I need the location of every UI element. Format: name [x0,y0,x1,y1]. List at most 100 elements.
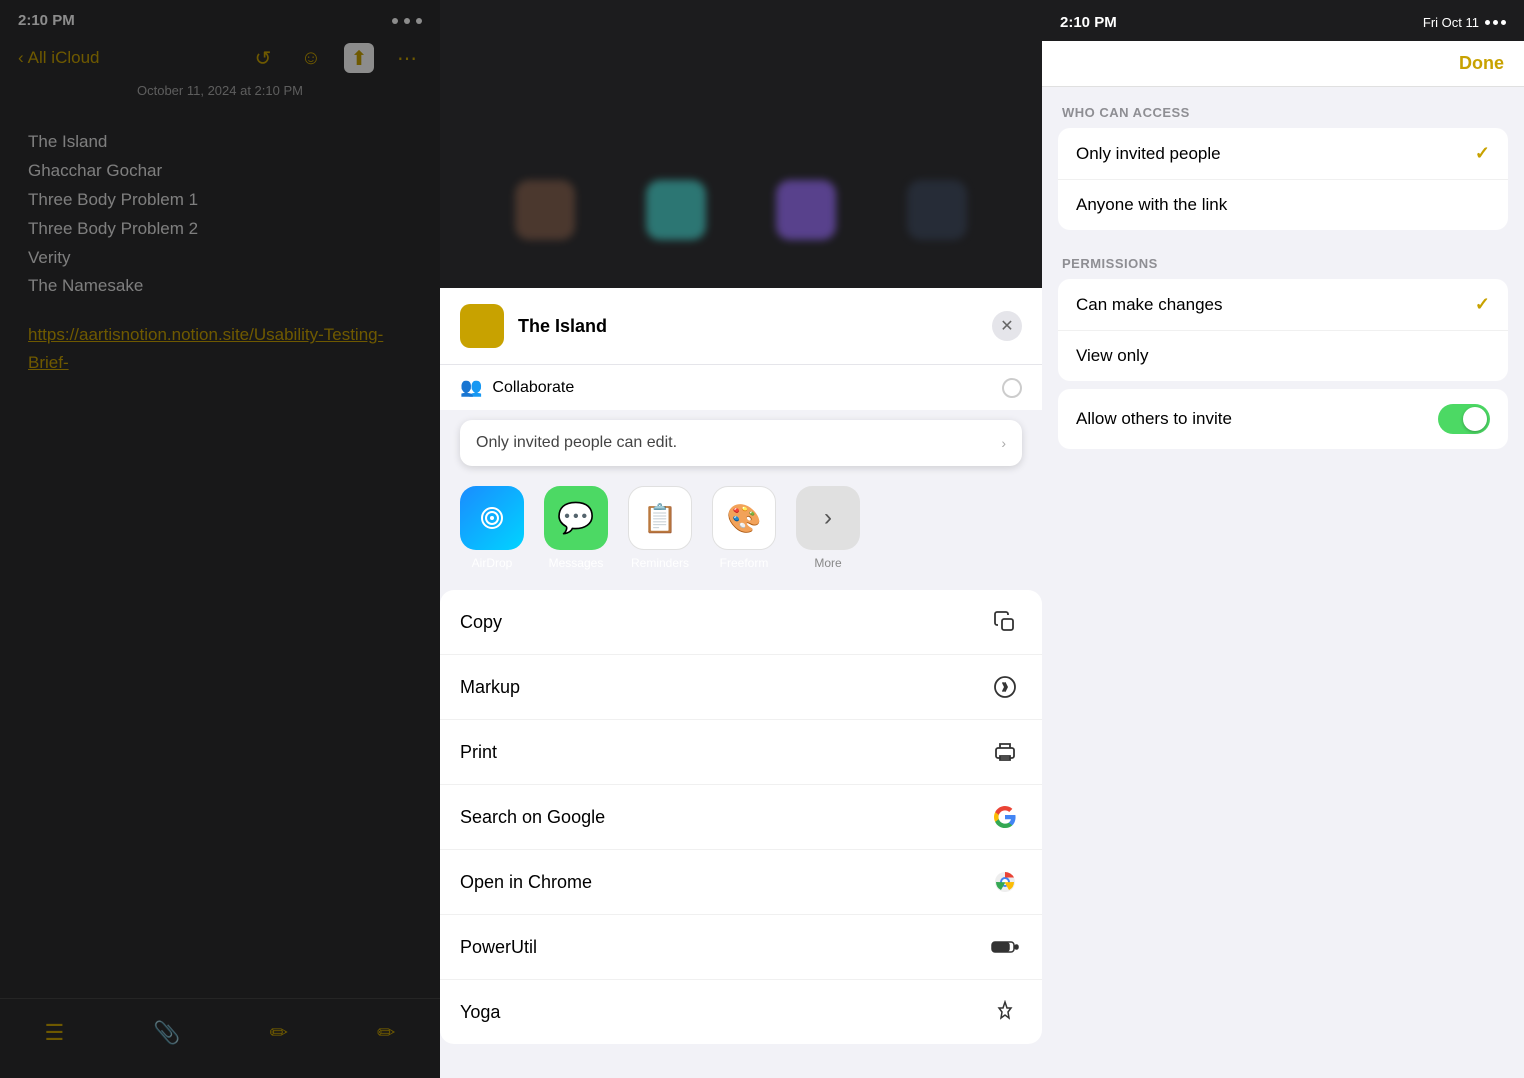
note-item-5: Verity [28,244,412,273]
options-status-right: Fri Oct 11 [1423,15,1506,30]
google-label: Search on Google [460,807,605,828]
share-actions-list: Copy Markup Print [440,590,1042,1044]
allow-others-toggle[interactable] [1438,404,1490,434]
freeform-label: Freeform [720,556,769,570]
access-option-invited[interactable]: Only invited people ✓ [1058,128,1508,180]
share-close-button[interactable]: ✕ [992,311,1022,341]
share-note-title: The Island [518,316,607,337]
notes-date: October 11, 2024 at 2:10 PM [0,83,440,112]
copy-label: Copy [460,612,502,633]
share-item-print[interactable]: Print [440,720,1042,785]
yoga-icon [988,995,1022,1029]
done-button[interactable]: Done [1459,53,1504,74]
note-item-3: Three Body Problem 1 [28,186,412,215]
freeform-icon: 🎨 [712,486,776,550]
share-item-copy[interactable]: Copy [440,590,1042,655]
who-can-access-header: WHO CAN ACCESS [1042,87,1524,128]
powerutil-label: PowerUtil [460,937,537,958]
permissions-group: Can make changes ✓ View only [1058,279,1508,381]
history-icon[interactable]: ↺ [248,43,278,73]
share-sheet: The Island ✕ 👥 Collaborate Only invited … [440,288,1042,1078]
share-item-chrome[interactable]: Open in Chrome [440,850,1042,915]
allow-others-row[interactable]: Allow others to invite [1058,389,1508,449]
chrome-icon [988,865,1022,899]
options-nav-bar: Done [1042,41,1524,87]
options-status-date: Fri Oct 11 [1423,15,1479,30]
chrome-label: Open in Chrome [460,872,592,893]
dot2 [1493,20,1498,25]
note-item-1: The Island [28,128,412,157]
app-more[interactable]: › More [796,486,860,570]
print-label: Print [460,742,497,763]
checklist-icon[interactable]: ☰ [44,1020,64,1046]
share-apps-row: AirDrop 💬 Messages 📋 Reminders 🎨 Freefor… [440,476,1042,586]
toggle-knob [1463,407,1487,431]
reminders-label: Reminders [631,556,689,570]
back-button[interactable]: ‹ All iCloud [18,48,99,68]
access-invited-check: ✓ [1475,143,1490,164]
markup-label: Markup [460,677,520,698]
print-icon [988,735,1022,769]
dot3 [1501,20,1506,25]
share-item-markup[interactable]: Markup [440,655,1042,720]
share-icon[interactable]: ⬆ [344,43,374,73]
share-panel: The Island ✕ 👥 Collaborate Only invited … [440,0,1042,1078]
share-item-google[interactable]: Search on Google [440,785,1042,850]
markup-toolbar-icon[interactable]: ✏ [270,1020,288,1046]
notes-link[interactable]: https://aartisnotion.notion.site/Usabili… [28,321,412,375]
note-item-2: Ghacchar Gochar [28,157,412,186]
note-item-4: Three Body Problem 2 [28,215,412,244]
notes-status-indicators [392,18,422,24]
chevron-left-icon: ‹ [18,48,24,68]
bottom-spacer [440,1048,1042,1078]
status-dot-2 [404,18,410,24]
permission-changes-label: Can make changes [1076,295,1222,315]
access-option-link[interactable]: Anyone with the link [1058,180,1508,230]
more-apps-label: More [814,556,841,570]
app-reminders[interactable]: 📋 Reminders [628,486,692,570]
status-dot-1 [392,18,398,24]
notes-time: 2:10 PM [18,12,75,29]
app-freeform[interactable]: 🎨 Freeform [712,486,776,570]
note-icon [460,304,504,348]
collaborate-row[interactable]: 👥 Collaborate [440,364,1042,410]
messages-icon: 💬 [544,486,608,550]
notes-content: The Island Ghacchar Gochar Three Body Pr… [0,112,440,392]
yoga-label: Yoga [460,1002,500,1023]
collaborate-label: Collaborate [492,379,992,397]
app-airdrop[interactable]: AirDrop [460,486,524,570]
powerutil-icon [988,930,1022,964]
compose-icon[interactable]: ✏ [377,1020,395,1046]
options-time: 2:10 PM [1060,14,1117,31]
collaborate-toggle[interactable] [1002,378,1022,398]
share-item-powerutil[interactable]: PowerUtil [440,915,1042,980]
options-panel: 2:10 PM Fri Oct 11 Done WHO CAN ACCESS O… [1042,0,1524,1078]
notes-nav-bar: ‹ All iCloud ↺ ☺ ⬆ ⋯ [0,37,440,83]
messages-label: Messages [549,556,604,570]
notes-toolbar: ☰ 📎 ✏ ✏ [0,998,440,1078]
invite-bubble[interactable]: Only invited people can edit. › [460,420,1022,466]
back-label: All iCloud [28,48,100,68]
chevron-right-icon: › [1001,435,1006,451]
access-invited-label: Only invited people [1076,144,1221,164]
note-item-6: The Namesake [28,272,412,301]
options-status-bar: 2:10 PM Fri Oct 11 [1042,0,1524,41]
smiley-icon[interactable]: ☺ [296,43,326,73]
notes-panel: 2:10 PM ‹ All iCloud ↺ ☺ ⬆ ⋯ October 11,… [0,0,440,1078]
markup-icon [988,670,1022,704]
airdrop-icon [460,486,524,550]
app-messages[interactable]: 💬 Messages [544,486,608,570]
permissions-header: PERMISSIONS [1042,238,1524,279]
more-icon[interactable]: ⋯ [392,43,422,73]
attachment-icon[interactable]: 📎 [153,1020,180,1046]
who-can-access-group: Only invited people ✓ Anyone with the li… [1058,128,1508,230]
permission-option-changes[interactable]: Can make changes ✓ [1058,279,1508,331]
permission-option-view[interactable]: View only [1058,331,1508,381]
permission-view-label: View only [1076,346,1148,366]
invite-bubble-text: Only invited people can edit. [476,434,677,452]
reminders-icon: 📋 [628,486,692,550]
airdrop-label: AirDrop [472,556,513,570]
nav-icons: ↺ ☺ ⬆ ⋯ [248,43,422,73]
dot1 [1485,20,1490,25]
share-item-yoga[interactable]: Yoga [440,980,1042,1044]
